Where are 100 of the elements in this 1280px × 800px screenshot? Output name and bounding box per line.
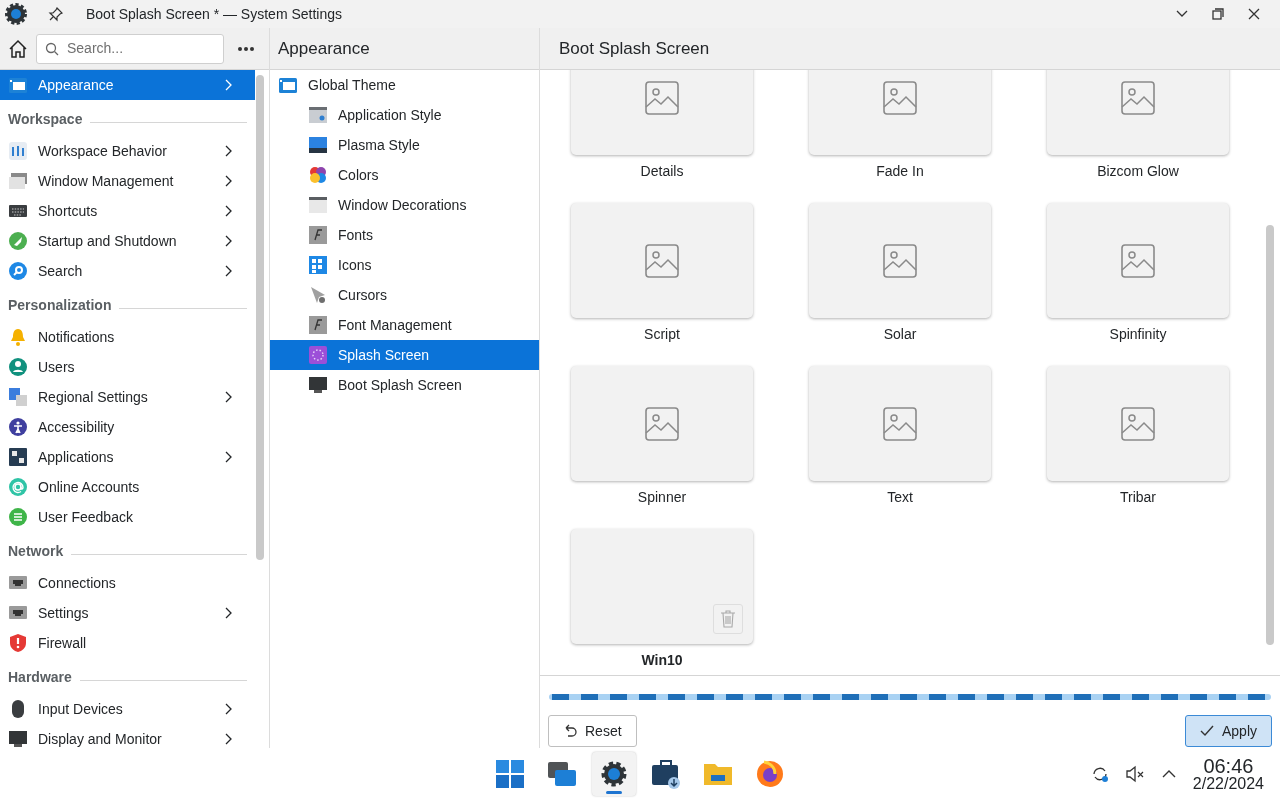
sidebar-item[interactable]: User Feedback (0, 502, 255, 532)
apply-button[interactable]: Apply (1184, 715, 1272, 747)
theme-name: Spinner (636, 488, 688, 507)
close-icon[interactable] (1248, 8, 1260, 20)
section-heading: Hardware (8, 668, 72, 687)
section-heading: Personalization (8, 296, 112, 315)
sliders-icon (8, 141, 28, 161)
sidebar-item[interactable]: Online Accounts (0, 472, 255, 502)
image-placeholder-icon (883, 80, 917, 115)
at-sign-icon (8, 477, 28, 497)
theme-name: Details (639, 162, 685, 181)
subcategory-item[interactable]: Colors (270, 160, 539, 190)
page-title: Boot Splash Screen (559, 37, 710, 60)
image-placeholder-icon (645, 80, 679, 115)
sidebar-item[interactable]: Window Management (0, 166, 255, 196)
font-icon (308, 315, 328, 335)
pin-icon[interactable] (48, 6, 64, 22)
splash-icon (308, 345, 328, 365)
subcategory-item[interactable]: Window Decorations (270, 190, 539, 220)
accessibility-icon (8, 417, 28, 437)
sidebar-item[interactable]: Display and Monitor (0, 724, 255, 748)
theme-name: Fade In (875, 162, 925, 181)
rocket-icon (8, 231, 28, 251)
monitor-icon (8, 729, 28, 748)
window-icon (278, 75, 298, 95)
sidebar-item[interactable]: Accessibility (0, 412, 255, 442)
window-icon (8, 75, 28, 95)
chat-icon (8, 507, 28, 527)
sidebar-item[interactable]: Regional Settings (0, 382, 255, 412)
bell-icon (8, 327, 28, 347)
image-placeholder-icon (645, 406, 679, 441)
trash-icon (720, 610, 736, 628)
search-icon (45, 41, 59, 56)
restore-icon[interactable] (1212, 8, 1224, 20)
sidebar-item[interactable]: Firewall (0, 628, 255, 658)
reset-button[interactable]: Reset (548, 715, 637, 747)
sidebar-item[interactable]: Notifications (0, 322, 255, 352)
muted-speaker-icon[interactable] (1124, 765, 1145, 783)
theme-name: Spinfinity (1108, 325, 1168, 344)
sidebar-item[interactable]: Users (0, 352, 255, 382)
theme-name: Text (886, 488, 914, 507)
sidebar-item[interactable]: Applications (0, 442, 255, 472)
scrollbar[interactable] (1266, 225, 1274, 645)
sync-icon[interactable] (1090, 765, 1109, 783)
undo-icon (563, 724, 577, 738)
section-heading: Network (8, 542, 64, 561)
theme-name: Bizcom Glow (1096, 162, 1180, 181)
sidebar-item[interactable]: Search (0, 256, 255, 286)
start-icon (494, 758, 526, 790)
translate-icon (8, 387, 28, 407)
subcategory-item[interactable]: Fonts (270, 220, 539, 250)
search-icon (8, 261, 28, 281)
sidebar-item[interactable]: Settings (0, 598, 255, 628)
image-placeholder-icon (883, 406, 917, 441)
clock-time: 06:46 (1202, 756, 1255, 776)
subcategory-item[interactable]: Font Management (270, 310, 539, 340)
colors-icon (308, 165, 328, 185)
apps-icon (8, 447, 28, 467)
sidebar-item[interactable]: Connections (0, 568, 255, 598)
sidebar-item[interactable]: Workspace Behavior (0, 136, 255, 166)
sidebar-item[interactable]: Input Devices (0, 694, 255, 724)
shield-icon (8, 633, 28, 653)
image-placeholder-icon (1121, 80, 1155, 115)
sidebar-item[interactable]: Startup and Shutdown (0, 226, 255, 256)
theme-name: Script (643, 325, 681, 344)
clock-date: 2/22/2024 (1192, 776, 1264, 792)
user-icon (8, 357, 28, 377)
grid-icon (308, 255, 328, 275)
scrollbar[interactable] (256, 75, 264, 560)
panel-icon (308, 135, 328, 155)
gear-icon (4, 2, 28, 26)
section-heading: Workspace (8, 110, 83, 129)
subcategory-item[interactable]: Global Theme (270, 70, 539, 100)
theme-name: Tribar (1118, 488, 1157, 507)
style-icon (308, 105, 328, 125)
search-field[interactable]: Search... (36, 33, 224, 64)
font-icon (308, 225, 328, 245)
subcategory-item[interactable]: Plasma Style (270, 130, 539, 160)
subcategory-item[interactable]: Splash Screen (270, 340, 539, 370)
cursor-icon (308, 285, 328, 305)
home-icon[interactable] (8, 38, 28, 59)
monitor-icon (308, 375, 328, 395)
theme-name: Win10 (640, 651, 684, 670)
subcategory-item[interactable]: Application Style (270, 100, 539, 130)
check-icon (1199, 724, 1214, 738)
subcategory-item[interactable]: Cursors (270, 280, 539, 310)
window-title: Boot Splash Screen * — System Settings (86, 4, 342, 24)
windows-icon (8, 171, 28, 191)
panel-title: Appearance (278, 37, 370, 60)
taskbar-app[interactable] (592, 752, 636, 796)
image-placeholder-icon (883, 243, 917, 278)
window-decoration-icon (308, 195, 328, 215)
sidebar-item[interactable]: Appearance (0, 70, 255, 100)
image-placeholder-icon (1121, 406, 1155, 441)
subcategory-item[interactable]: Icons (270, 250, 539, 280)
subcategory-item[interactable]: Boot Splash Screen (270, 370, 539, 400)
briefcase-icon (650, 758, 682, 790)
theme-name: Solar (882, 325, 918, 344)
sidebar-item[interactable]: Shortcuts (0, 196, 255, 226)
browser-icon (754, 758, 786, 790)
